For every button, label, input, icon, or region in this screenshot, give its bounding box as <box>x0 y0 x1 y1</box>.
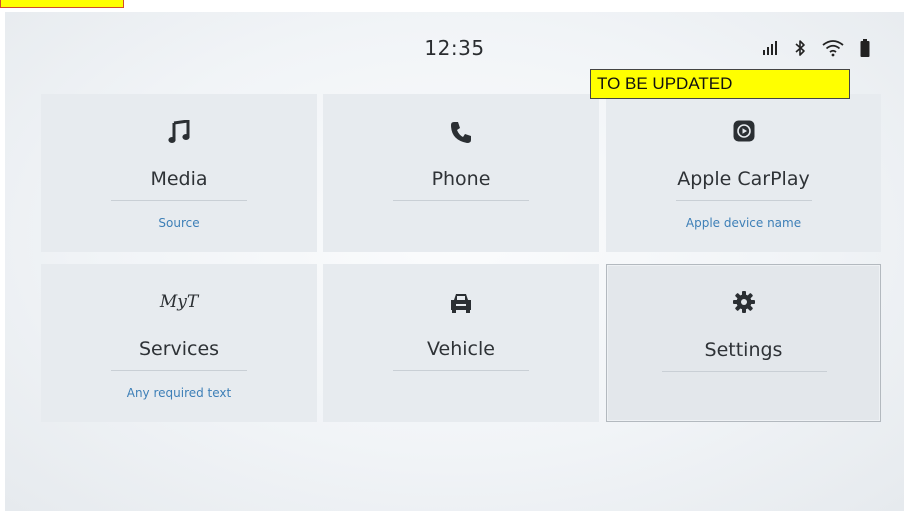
status-icons <box>762 38 870 58</box>
top-strip <box>0 0 904 12</box>
carplay-icon <box>606 120 881 142</box>
tile-vehicle[interactable]: Vehicle <box>323 264 599 422</box>
corner-tag <box>0 0 124 8</box>
battery-icon <box>860 39 870 57</box>
divider <box>393 370 529 371</box>
tile-title: Phone <box>431 168 491 190</box>
tile-title: Services <box>138 338 220 360</box>
tile-subtitle: Source <box>158 216 200 230</box>
divider <box>662 371 827 372</box>
music-note-icon <box>41 120 317 144</box>
car-icon <box>323 292 599 314</box>
signal-icon <box>762 41 778 55</box>
divider <box>676 200 812 201</box>
gear-icon <box>607 291 880 313</box>
tile-title: Apple CarPlay <box>677 168 810 190</box>
divider <box>111 370 247 371</box>
tile-title: Media <box>150 168 208 190</box>
tile-subtitle: Apple device name <box>685 216 802 230</box>
tile-services[interactable]: MyT Services Any required text <box>41 264 317 422</box>
wifi-icon <box>822 39 844 57</box>
divider <box>393 200 529 201</box>
tile-phone[interactable]: Phone <box>323 94 599 252</box>
tile-media[interactable]: Media Source <box>41 94 317 252</box>
tile-title: Vehicle <box>427 338 495 360</box>
myt-logo: MyT <box>159 292 199 312</box>
tile-subtitle: Any required text <box>126 386 232 400</box>
bluetooth-icon <box>794 39 806 57</box>
tile-title: Settings <box>704 339 783 361</box>
phone-icon <box>323 120 599 144</box>
tile-settings[interactable]: Settings <box>606 264 881 422</box>
to-be-updated-banner: TO BE UPDATED <box>590 69 850 99</box>
tile-apple-carplay[interactable]: Apple CarPlay Apple device name <box>606 94 881 252</box>
divider <box>111 200 247 201</box>
